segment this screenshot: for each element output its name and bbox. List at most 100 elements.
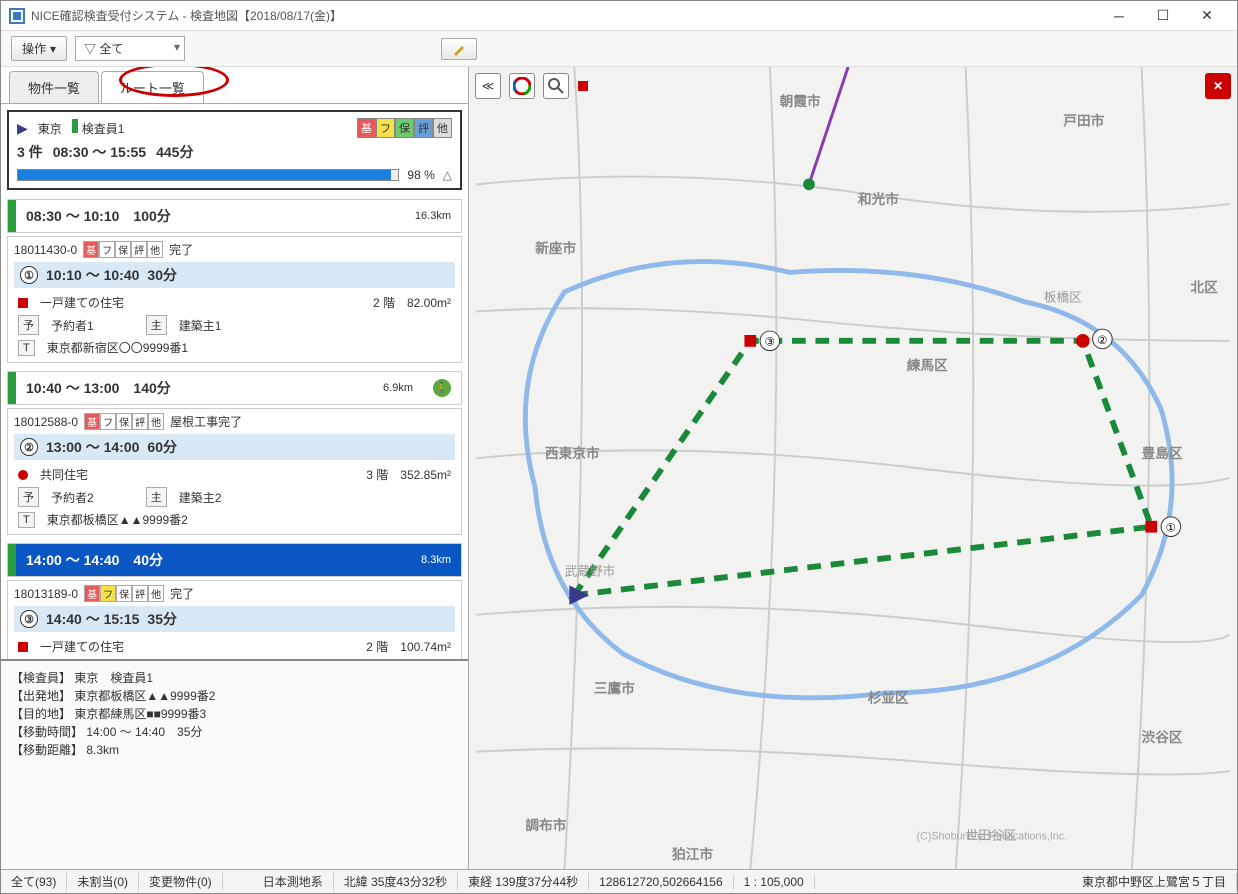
stop-item[interactable]: 18013189-0 基 フ 保 評 他 完了 ③ 14:40 ～ 15:15 (7, 580, 462, 659)
district-boundary (525, 261, 1172, 697)
map-label: 西東京市 (545, 445, 600, 461)
stop-id: 18011430-0 (14, 243, 77, 257)
status-scale: 1 : 105,000 (734, 875, 815, 889)
route-summary: ▶ 東京 検査員1 基 フ 保 評 他 3 件 08:30 ～ 15:55 44… (7, 110, 462, 190)
stop-status: 完了 (170, 585, 194, 602)
edit-button[interactable] (441, 38, 477, 60)
status-xy: 128612720,502664156 (589, 875, 733, 889)
minimize-button[interactable]: ─ (1097, 2, 1141, 30)
travel-segment[interactable]: 10:40 ～ 13:00 140分 6.9km 🚶 (7, 371, 462, 405)
map-label: 杉並区 (868, 690, 909, 706)
map-area[interactable]: ≪ ✕ (469, 67, 1237, 869)
map-label: 調布市 (525, 817, 566, 833)
stop-count: 3 件 (17, 142, 43, 162)
maximize-button[interactable]: ☐ (1141, 2, 1185, 30)
stop-marker-1[interactable] (1145, 521, 1157, 533)
stop-number: ② (20, 438, 38, 456)
building-type: 一戸建ての住宅 (40, 294, 124, 311)
stop-marker-3[interactable] (744, 335, 756, 347)
zoom-button[interactable] (543, 73, 569, 99)
stop-marker-2[interactable] (1076, 334, 1090, 348)
area: 82.00m² (407, 296, 451, 310)
map-label: 狛江市 (671, 846, 713, 862)
map-label: 板橋区 (1044, 290, 1082, 305)
color-wheel-icon (513, 77, 531, 95)
map-copyright: (C)Shobunsha Publications,Inc. (917, 831, 1068, 843)
inspector-name: 検査員1 (82, 122, 125, 136)
stop-number: ③ (20, 610, 38, 628)
funnel-icon: ▽ (84, 42, 96, 56)
floors: 2 階 (366, 638, 388, 655)
travel-segment-selected[interactable]: 14:00 ～ 14:40 40分 8.3km (7, 543, 462, 577)
pencil-icon (452, 42, 466, 56)
floors: 3 階 (366, 466, 388, 483)
filter-dropdown[interactable]: ▽ 全て (75, 36, 185, 61)
titlebar: NICE確認検査受付システム - 検査地図【2018/08/17(金)】 ─ ☐… (1, 1, 1237, 31)
stop-item[interactable]: 18012588-0 基 フ 保 評 他 屋根工事完了 ② 13:00 ～ 14… (7, 408, 462, 535)
stop-status: 屋根工事完了 (170, 413, 242, 430)
route-list[interactable]: 08:30 ～ 10:10 100分 16.3km 18011430-0 基 フ… (1, 196, 468, 659)
flag-icon: ▶ (17, 120, 28, 137)
status-changed[interactable]: 変更物件(0) (139, 873, 223, 890)
progress-percent: 98 % (407, 168, 434, 182)
map-label: 渋谷区 (1142, 729, 1183, 745)
tabs: 物件一覧 ルート一覧 (1, 67, 468, 104)
area: 100.74m² (400, 640, 451, 654)
area: 352.85m² (400, 468, 451, 482)
tab-property-list[interactable]: 物件一覧 (9, 71, 99, 103)
status-unassigned[interactable]: 未割当(0) (67, 873, 139, 890)
map-label: 戸田市 (1063, 113, 1104, 129)
progress-bar (17, 169, 399, 181)
building-type: 一戸建ての住宅 (40, 638, 124, 655)
map-label: 北区 (1190, 280, 1218, 295)
map-label: 三鷹市 (594, 680, 635, 696)
walk-icon: 🚶 (433, 379, 451, 397)
status-all[interactable]: 全て(93) (1, 873, 67, 890)
category-badges: 基 フ 保 評 他 (357, 118, 452, 138)
floors: 2 階 (373, 294, 395, 311)
total-time: 08:30 ～ 15:55 (53, 142, 146, 162)
stop-status: 完了 (169, 241, 193, 258)
purple-route-line (809, 67, 848, 184)
stop-number: ① (20, 266, 38, 284)
map-label: 朝霞市 (780, 93, 821, 109)
status-lon: 東経 139度37分44秒 (458, 873, 589, 890)
map-label: 豊島区 (1142, 445, 1183, 461)
map-close-button[interactable]: ✕ (1205, 73, 1231, 99)
status-datum: 日本測地系 (253, 873, 334, 890)
route-path (574, 341, 1151, 595)
building-type: 共同住宅 (40, 466, 88, 483)
statusbar: 全て(93) 未割当(0) 変更物件(0) 日本測地系 北緯 35度43分32秒… (1, 869, 1237, 893)
green-endpoint-marker (803, 178, 815, 190)
operation-dropdown[interactable]: 操作 ▾ (11, 36, 67, 61)
address: 東京都板橋区▲▲9999番2 (47, 511, 188, 528)
window-title: NICE確認検査受付システム - 検査地図【2018/08/17(金)】 (31, 7, 1097, 24)
red-square-icon (18, 298, 28, 308)
app-icon (9, 8, 25, 24)
stop-id: 18012588-0 (14, 415, 78, 429)
origin-label: 東京 (38, 120, 62, 137)
stop-id: 18013189-0 (14, 587, 78, 601)
map-label: 練馬区 (907, 357, 948, 373)
tab-route-list[interactable]: ルート一覧 (101, 71, 204, 103)
toolbar: 操作 ▾ ▽ 全て (1, 31, 1237, 67)
map-canvas[interactable]: ① ② ③ 朝霞市 和光市 戸田市 練馬区 豊島区 北区 板橋区 西東京市 渋谷… (469, 67, 1237, 869)
inspector-color-icon (72, 119, 78, 133)
svg-text:①: ① (1166, 522, 1177, 535)
map-collapse-button[interactable]: ≪ (475, 73, 501, 99)
map-label: 和光市 (857, 191, 899, 207)
address: 東京都新宿区〇〇9999番1 (47, 339, 188, 356)
svg-text:②: ② (1097, 334, 1108, 347)
svg-text:③: ③ (765, 336, 776, 349)
red-square-icon (18, 642, 28, 652)
travel-segment[interactable]: 08:30 ～ 10:10 100分 16.3km (7, 199, 462, 233)
magnifier-icon (548, 78, 564, 94)
red-circle-icon (18, 470, 28, 480)
close-button[interactable]: ✕ (1185, 2, 1229, 30)
red-marker-icon (577, 80, 589, 92)
status-address: 東京都中野区上鷺宮５丁目 (1072, 873, 1237, 890)
color-wheel-button[interactable] (509, 73, 535, 99)
stop-item[interactable]: 18011430-0 基 フ 保 評 他 完了 ① 10:10 ～ 10:40 (7, 236, 462, 363)
map-label: 新座市 (535, 240, 576, 256)
status-lat: 北緯 35度43分32秒 (334, 873, 458, 890)
